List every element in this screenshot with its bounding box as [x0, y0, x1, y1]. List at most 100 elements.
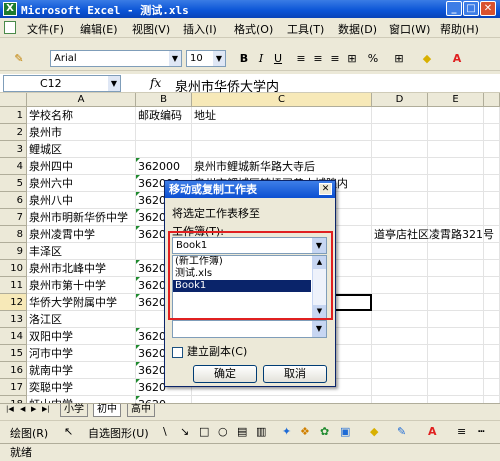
table-cell-f[interactable]	[484, 141, 500, 158]
menu-file[interactable]: 文件(F)	[27, 21, 64, 37]
format-painter-icon[interactable]: ✎	[10, 50, 28, 67]
row-header[interactable]: 8	[0, 226, 27, 243]
draw-menu[interactable]: 绘图(R)	[10, 425, 48, 441]
table-cell-a[interactable]: 丰泽区	[27, 243, 136, 260]
line-style-icon[interactable]: ≡	[457, 425, 466, 438]
row-header[interactable]: 3	[0, 141, 27, 158]
table-cell-a[interactable]: 泉州四中	[27, 158, 136, 175]
autoshapes-menu[interactable]: 自选图形(U)	[88, 425, 149, 441]
row-header[interactable]: 5	[0, 175, 27, 192]
create-copy-checkbox[interactable]: 建立副本(C)	[172, 343, 247, 359]
table-cell-b[interactable]: 邮政编码	[136, 107, 192, 124]
table-cell-b[interactable]: 3620	[136, 396, 192, 403]
row-header[interactable]: 17	[0, 379, 27, 396]
table-cell-b[interactable]	[136, 141, 192, 158]
clipart-icon[interactable]: ✿	[320, 425, 329, 438]
close-button[interactable]: ✕	[480, 1, 496, 16]
dash-style-icon[interactable]: ┅	[478, 425, 485, 438]
textbox-icon[interactable]: ▤	[237, 425, 247, 438]
fill-color-icon[interactable]: ◆	[370, 425, 378, 438]
table-cell-d[interactable]	[372, 328, 428, 345]
table-cell-a[interactable]: 学校名称	[27, 107, 136, 124]
align-center-icon[interactable]: ≡	[311, 50, 325, 67]
font-color-icon[interactable]: A	[428, 425, 437, 438]
table-cell-f[interactable]	[484, 158, 500, 175]
table-cell-d[interactable]	[372, 158, 428, 175]
menu-window[interactable]: 窗口(W)	[389, 21, 430, 37]
table-cell-e[interactable]	[428, 243, 484, 260]
tab-sheet-junior[interactable]: 初中	[93, 404, 121, 417]
align-right-icon[interactable]: ≡	[328, 50, 342, 67]
table-cell-a[interactable]: 双阳中学	[27, 328, 136, 345]
menu-data[interactable]: 数据(D)	[338, 21, 377, 37]
italic-button[interactable]: I	[254, 50, 268, 67]
table-cell-a[interactable]: 泉州八中	[27, 192, 136, 209]
table-cell-f[interactable]	[484, 345, 500, 362]
table-cell-a[interactable]: 华侨大学附属中学	[27, 294, 136, 311]
row-header[interactable]: 6	[0, 192, 27, 209]
row-header[interactable]: 11	[0, 277, 27, 294]
table-cell-a[interactable]: 泉州市明新华侨中学	[27, 209, 136, 226]
chevron-down-icon[interactable]: ▼	[312, 321, 326, 337]
column-header-a[interactable]: A	[27, 93, 136, 107]
table-cell-d[interactable]	[372, 124, 428, 141]
tab-last-icon[interactable]: ▶|	[42, 405, 50, 413]
table-cell-e[interactable]	[428, 345, 484, 362]
chevron-down-icon[interactable]: ▼	[108, 76, 120, 91]
ok-button[interactable]: 确定	[193, 365, 257, 383]
table-cell-d[interactable]	[372, 209, 428, 226]
table-cell-d[interactable]	[372, 243, 428, 260]
table-cell-f[interactable]	[484, 124, 500, 141]
table-cell-c[interactable]	[192, 141, 372, 158]
row-header[interactable]: 4	[0, 158, 27, 175]
table-cell-e[interactable]	[428, 107, 484, 124]
row-header[interactable]: 14	[0, 328, 27, 345]
table-cell-e[interactable]	[428, 379, 484, 396]
table-cell-d[interactable]	[372, 260, 428, 277]
table-cell-f[interactable]	[484, 107, 500, 124]
table-cell-f[interactable]	[484, 379, 500, 396]
table-cell-f[interactable]	[484, 243, 500, 260]
fill-color-icon[interactable]: ◆	[420, 50, 434, 67]
row-header[interactable]: 2	[0, 124, 27, 141]
dialog-close-button[interactable]: ✕	[319, 183, 332, 195]
table-cell-d[interactable]	[372, 141, 428, 158]
table-cell-e[interactable]	[428, 158, 484, 175]
select-objects-icon[interactable]: ↖	[64, 425, 73, 438]
borders-icon[interactable]: ⊞	[392, 50, 406, 67]
table-cell-d[interactable]	[372, 311, 428, 328]
table-cell-a[interactable]: 奕聪中学	[27, 379, 136, 396]
column-header-b[interactable]: B	[136, 93, 192, 107]
table-cell-a[interactable]: 泉州市	[27, 124, 136, 141]
table-cell-f[interactable]	[484, 328, 500, 345]
table-cell-a[interactable]: 虹山中学	[27, 396, 136, 403]
table-cell-a[interactable]: 河市中学	[27, 345, 136, 362]
column-header-f[interactable]	[484, 93, 500, 107]
cancel-button[interactable]: 取消	[263, 365, 327, 383]
table-cell-a[interactable]: 泉州市北峰中学	[27, 260, 136, 277]
table-cell-f[interactable]	[484, 260, 500, 277]
table-cell-f[interactable]	[484, 226, 500, 243]
table-cell-f[interactable]	[484, 294, 500, 311]
oval-icon[interactable]: ○	[218, 425, 228, 438]
row-header[interactable]: 16	[0, 362, 27, 379]
table-cell-f[interactable]	[484, 311, 500, 328]
table-cell-f[interactable]	[484, 175, 500, 192]
menu-help[interactable]: 帮助(H)	[440, 21, 479, 37]
rectangle-icon[interactable]: □	[199, 425, 209, 438]
tab-sheet-primary[interactable]: 小学	[60, 404, 88, 417]
table-cell-d[interactable]	[372, 277, 428, 294]
table-cell-a[interactable]: 就南中学	[27, 362, 136, 379]
row-header[interactable]: 13	[0, 311, 27, 328]
textbox-vertical-icon[interactable]: ▥	[256, 425, 266, 438]
underline-button[interactable]: U	[271, 50, 285, 67]
table-cell-c[interactable]	[192, 396, 372, 403]
row-header[interactable]: 18	[0, 396, 27, 403]
tab-next-icon[interactable]: ▶	[31, 405, 36, 413]
table-cell-e[interactable]	[428, 328, 484, 345]
table-cell-e[interactable]	[428, 209, 484, 226]
row-header[interactable]: 9	[0, 243, 27, 260]
chevron-down-icon[interactable]: ▼	[213, 51, 225, 66]
minimize-button[interactable]: _	[446, 1, 462, 16]
table-cell-e[interactable]	[428, 396, 484, 403]
